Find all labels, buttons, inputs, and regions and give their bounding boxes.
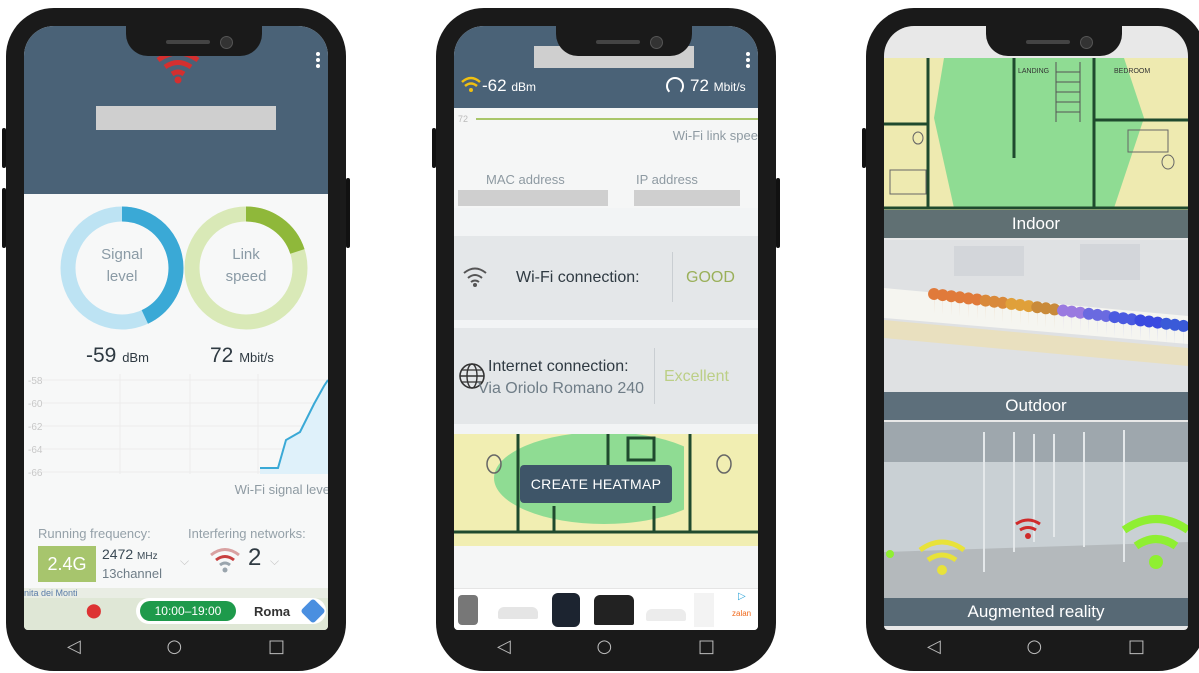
mac-address-label: MAC address (486, 172, 565, 187)
wifi-connection-label: Wi-Fi connection: (516, 269, 640, 286)
ip-address-label: IP address (636, 172, 698, 187)
link-speed-section: 72 Wi-Fi link spee MAC address IP addres… (454, 108, 758, 208)
screen: Signal level Link speed -59 dBm 72 Mbit/s (24, 26, 328, 630)
channel-value: 13channel (102, 566, 162, 581)
create-heatmap-button[interactable]: CREATE HEATMAP (520, 465, 672, 503)
back-icon[interactable]: ◁ (67, 636, 81, 657)
internet-connection-row[interactable]: Internet connection: Via Oriolo Romano 2… (454, 328, 758, 424)
frequency-value: 2472 MHz (102, 546, 158, 562)
back-icon[interactable]: ◁ (497, 636, 511, 657)
speedometer-icon (666, 77, 684, 95)
boot-icon (594, 595, 634, 625)
sneaker-icon (646, 609, 686, 621)
speed-value: 72 Mbit/s (210, 344, 274, 367)
speed-value: 72 Mbit/s (690, 76, 746, 95)
shopping-ad-banner[interactable]: ▷ zalan (454, 588, 758, 630)
y-tick: -58 (28, 376, 43, 387)
chart-caption: Wi-Fi signal leve (234, 482, 328, 497)
mac-address-redacted (458, 190, 608, 206)
augmented-reality-tile[interactable]: Augmented reality (884, 422, 1188, 626)
map-ad-banner[interactable]: nita dei Monti ⬤ 10:00–19:00 Roma (24, 588, 328, 630)
internet-connection-label: Internet connection: (488, 358, 629, 375)
band-badge: 2.4G (38, 546, 96, 582)
wifi-connection-status: GOOD (686, 269, 735, 286)
room-label: BEDROOM (1114, 68, 1151, 75)
volume-button (2, 128, 6, 168)
running-frequency-label: Running frequency: (38, 526, 151, 541)
signal-value: -62 dBm (482, 76, 536, 95)
map-pin-icon: ⬤ (86, 602, 102, 618)
system-nav-bar: ◁ ○ □ (24, 630, 328, 662)
indoor-tile[interactable]: LANDING BEDROOM Indoor (884, 58, 1188, 238)
volume-button (2, 188, 6, 248)
overflow-menu-icon[interactable] (316, 52, 320, 70)
ip-address-redacted (634, 190, 740, 206)
internet-connection-status: Excellent (664, 368, 729, 385)
wifi-icon (463, 267, 487, 287)
phone-1: Signal level Link speed -59 dBm 72 Mbit/s (2, 8, 350, 671)
system-nav-bar: ◁ ○ □ (454, 630, 758, 662)
interfering-networks-label: Interfering networks: (188, 526, 306, 541)
volume-button (862, 128, 866, 168)
wifi-icon (461, 76, 481, 92)
notch (126, 26, 262, 56)
home-icon[interactable]: ○ (597, 636, 613, 657)
ad-choices-icon[interactable]: ▷ (738, 591, 746, 602)
outdoor-tile[interactable]: Outdoor (884, 240, 1188, 420)
tile-caption: Indoor (884, 210, 1188, 238)
notch (556, 26, 692, 56)
network-name-redacted (96, 106, 276, 130)
screen: LANDING BEDROOM Indoor Outdoor Augmented… (884, 26, 1188, 630)
signal-history-chart (42, 374, 328, 474)
back-icon[interactable]: ◁ (927, 636, 941, 657)
tile-caption: Outdoor (884, 392, 1188, 420)
product-icon (694, 593, 714, 627)
home-icon[interactable]: ○ (1027, 636, 1043, 657)
y-tick: -64 (28, 445, 43, 456)
y-tick: -66 (28, 468, 43, 479)
signal-level-label: Signal level (101, 246, 143, 285)
room-label: LANDING (1018, 68, 1050, 75)
ad-city: Roma (254, 604, 291, 619)
power-button (776, 178, 780, 248)
y-tick: -60 (28, 399, 43, 410)
axis-tick: 72 (458, 114, 469, 124)
phone-3: LANDING BEDROOM Indoor Outdoor Augmented… (862, 8, 1199, 671)
chevron-down-icon[interactable]: ⌵ (180, 554, 189, 569)
watch-icon (458, 595, 478, 625)
wifi-connection-row[interactable]: Wi-Fi connection: GOOD (454, 236, 758, 320)
sneaker-icon (498, 607, 538, 619)
y-tick: -62 (28, 422, 43, 433)
home-icon[interactable]: ○ (167, 636, 183, 657)
recent-apps-icon[interactable]: □ (268, 636, 285, 657)
interfering-count: 2 (248, 544, 262, 571)
ad-brand: zalan (732, 609, 752, 618)
recent-apps-icon[interactable]: □ (698, 636, 715, 657)
speed-line (476, 118, 758, 120)
system-nav-bar: ◁ ○ □ (884, 630, 1188, 662)
tile-caption: Augmented reality (884, 598, 1188, 626)
overflow-menu-icon[interactable] (746, 52, 750, 70)
screen: -62 dBm 72 Mbit/s 72 Wi-Fi link spee MAC… (454, 26, 758, 630)
link-speed-caption: Wi-Fi link spee (672, 128, 758, 143)
power-button (346, 178, 350, 248)
signal-value: -59 dBm (86, 344, 149, 367)
recent-apps-icon[interactable]: □ (1128, 636, 1145, 657)
phone-2: -62 dBm 72 Mbit/s 72 Wi-Fi link spee MAC… (432, 8, 780, 671)
warehouse-ar-view (884, 422, 1188, 626)
wifi-interfering-icon (210, 548, 240, 573)
volume-button (432, 128, 436, 168)
chevron-down-icon[interactable]: ⌵ (270, 554, 279, 569)
link-speed-label: Link speed (225, 246, 267, 285)
ad-hours: 10:00–19:00 (140, 601, 236, 621)
wifi-icon (156, 52, 200, 84)
jacket-icon (552, 593, 580, 627)
address-text: Via Oriolo Romano 240 (478, 380, 645, 397)
ad-place-name: nita dei Monti (24, 588, 78, 598)
notch (986, 26, 1122, 56)
